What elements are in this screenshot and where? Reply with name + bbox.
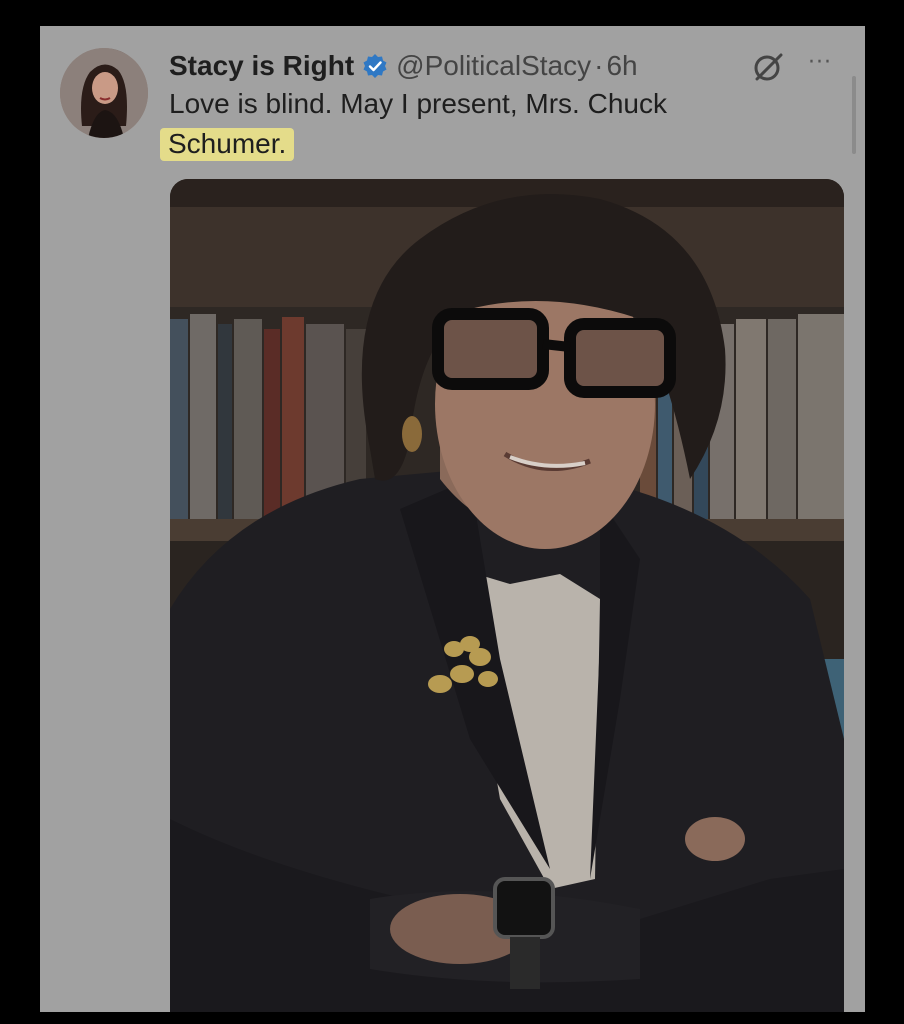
separator: · [594, 50, 604, 81]
portrait-photo [170, 179, 844, 1012]
grok-icon[interactable] [752, 50, 786, 84]
display-name[interactable]: Stacy is Right [169, 50, 354, 82]
tweet-text: Love is blind. May I present, Mrs. Chuck… [160, 84, 769, 164]
tweet-text-highlighted: Schumer. [160, 128, 295, 161]
more-options-icon[interactable]: ··· [808, 52, 844, 74]
tweet-header: Stacy is Right @PoliticalStacy · 6h [169, 46, 835, 86]
tweet-card: Stacy is Right @PoliticalStacy · 6h ··· … [40, 26, 865, 1012]
avatar-image [60, 48, 148, 138]
timestamp[interactable]: 6h [606, 50, 637, 82]
avatar[interactable] [60, 48, 148, 138]
verified-badge-icon [362, 53, 388, 79]
scrollbar[interactable] [852, 76, 856, 154]
tweet-text-line1: Love is blind. May I present, Mrs. Chuck [169, 88, 667, 119]
handle[interactable]: @PoliticalStacy [396, 50, 591, 82]
tweet-photo[interactable] [170, 179, 844, 1012]
